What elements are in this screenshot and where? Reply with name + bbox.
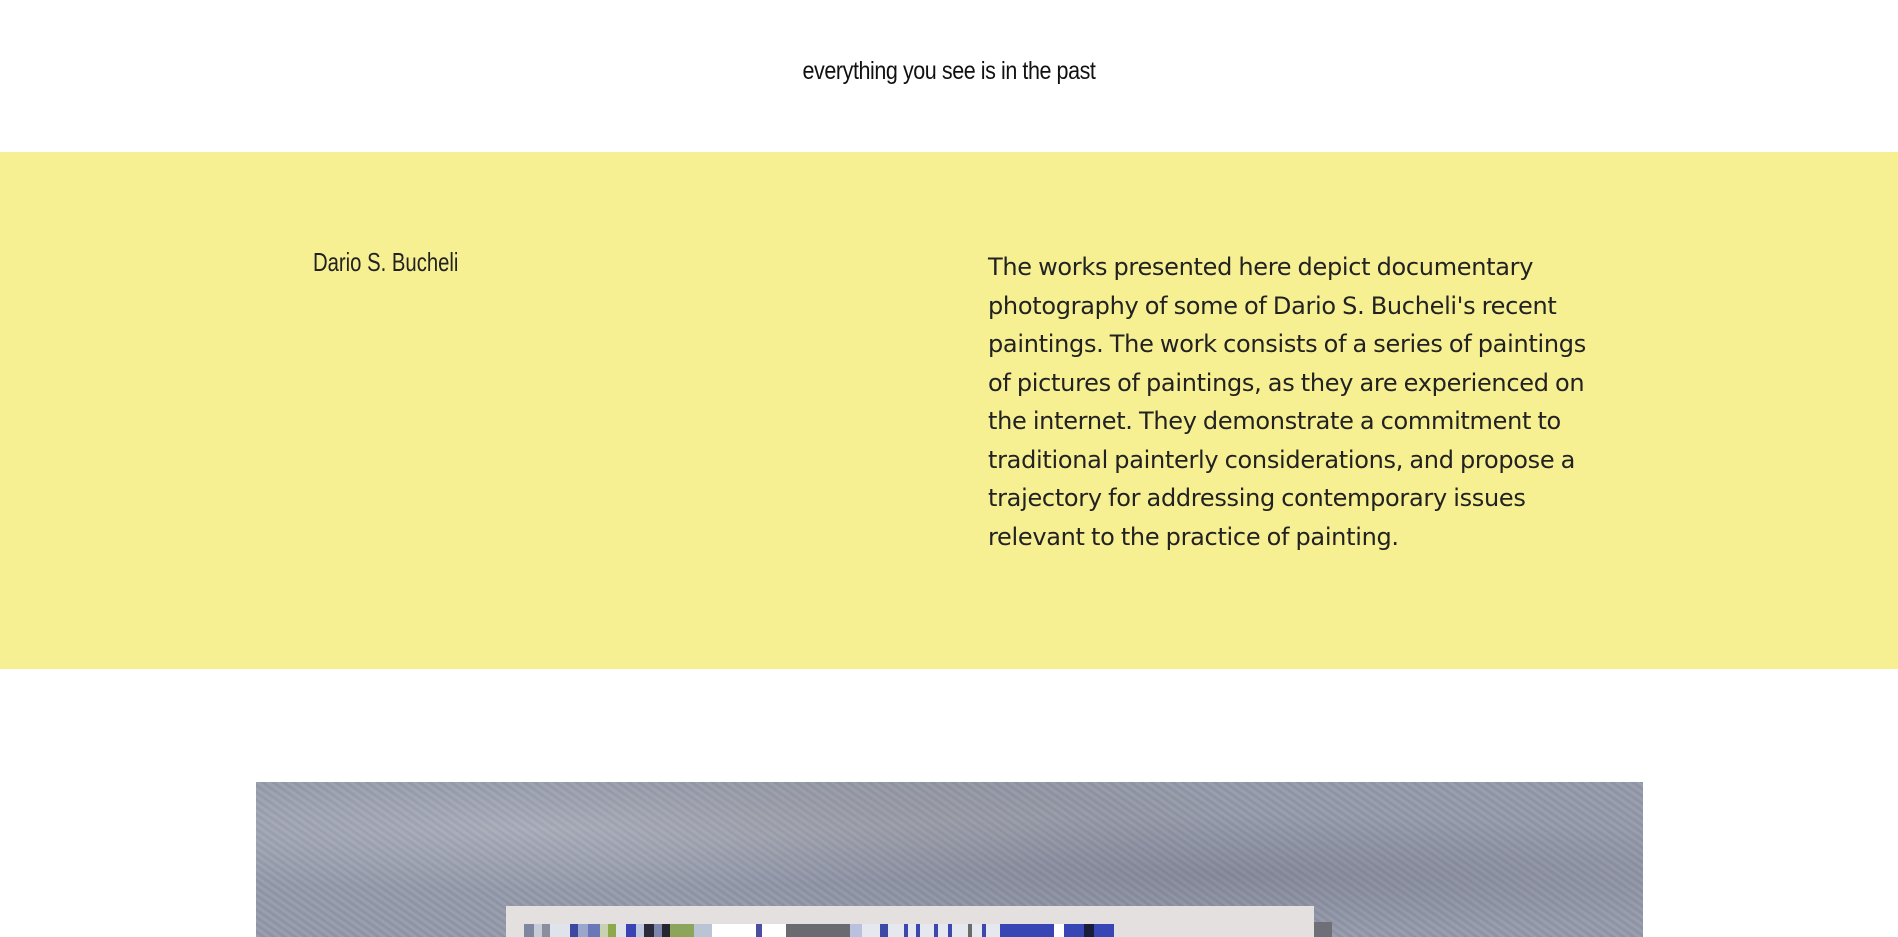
intro-section: Dario S. Bucheli The works presented her… xyxy=(0,152,1898,669)
painting-stripes xyxy=(524,924,1294,937)
site-header: everything you see is in the past xyxy=(0,0,1898,152)
page: everything you see is in the past Dario … xyxy=(0,0,1898,937)
gallery-image[interactable] xyxy=(256,782,1643,937)
site-tagline[interactable]: everything you see is in the past xyxy=(133,57,1765,86)
painting-shadow xyxy=(1314,922,1332,937)
project-description: The works presented here depict document… xyxy=(988,253,1586,551)
artist-name: Dario S. Bucheli xyxy=(313,247,459,277)
